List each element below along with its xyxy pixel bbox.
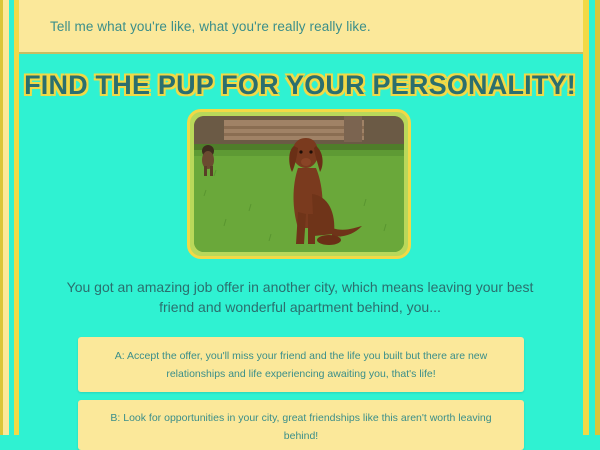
quiz-question: You got an amazing job offer in another …: [66, 279, 534, 315]
answer-a-label: A: Accept the offer, you'll miss your fr…: [114, 349, 488, 380]
dog-photo-illustration: [194, 116, 404, 252]
right-stripe-teal: [589, 0, 595, 435]
right-stripe-outer: [595, 0, 600, 435]
answer-a-button[interactable]: A: Accept the offer, you'll miss your fr…: [78, 337, 524, 392]
right-stripe-yellow: [583, 0, 589, 435]
header-tagline: Tell me what you're like, what you're re…: [50, 19, 371, 34]
page-title: FIND THE PUP FOR YOUR PERSONALITY!: [24, 70, 576, 100]
answer-b-button[interactable]: B: Look for opportunities in your city, …: [78, 400, 524, 450]
left-stripe-yellow: [14, 0, 19, 435]
answer-b-label: B: Look for opportunities in your city, …: [110, 412, 492, 442]
dog-photo-frame: [187, 109, 411, 259]
header-bar: Tell me what you're like, what you're re…: [19, 0, 583, 54]
dog-photo: [194, 116, 404, 252]
